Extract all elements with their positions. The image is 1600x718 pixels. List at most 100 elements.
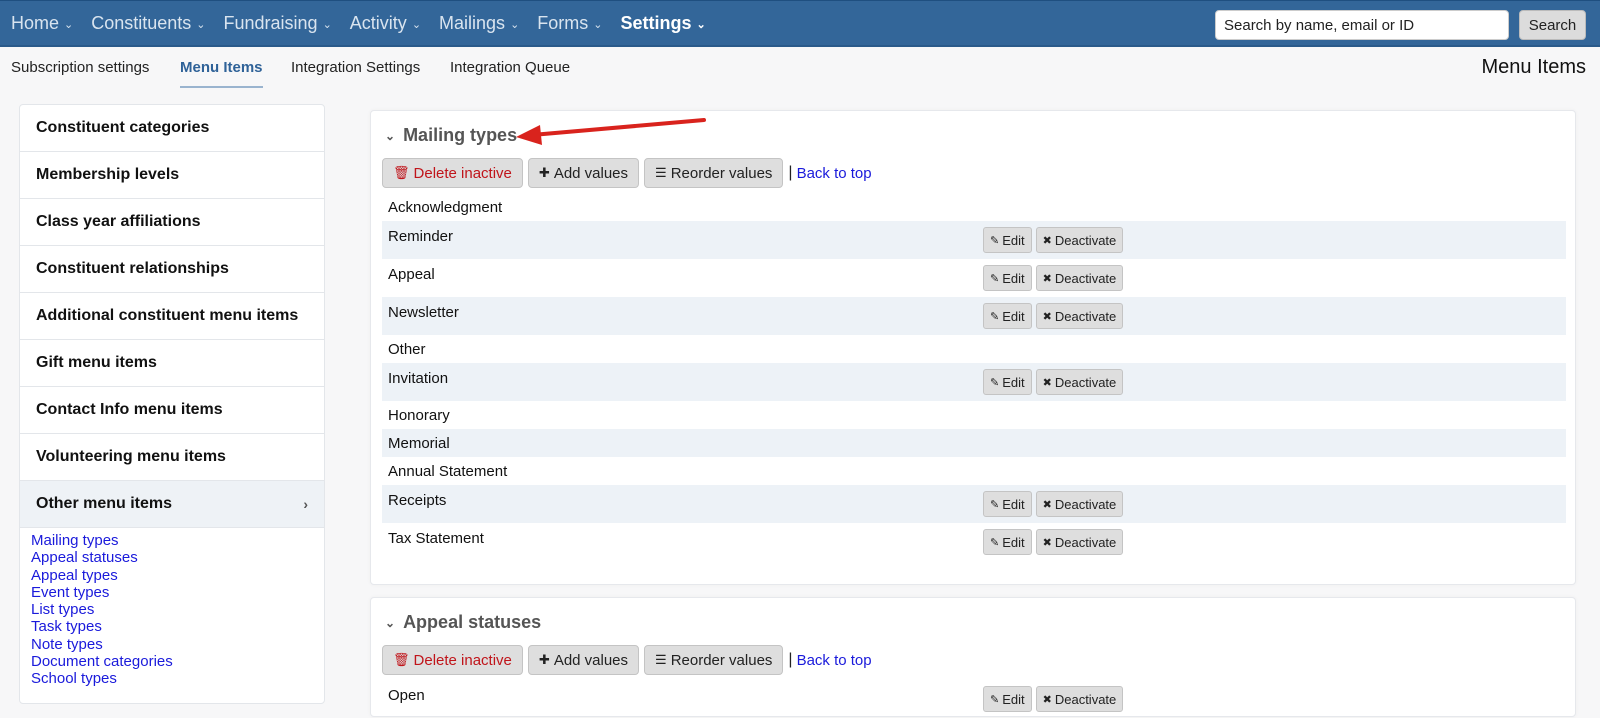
sidebar-link-mailing-types[interactable]: Mailing types [31, 532, 324, 549]
deactivate-button[interactable]: ✖ Deactivate [1035, 491, 1124, 517]
tab-subscription-settings[interactable]: Subscription settings [11, 59, 149, 86]
value-row: Acknowledgment [382, 193, 1566, 221]
nav-constituents[interactable]: Constituents ⌄ [91, 13, 205, 34]
value-name: Open [388, 687, 425, 704]
row-actions: ✎ Edit ✖ Deactivate [983, 227, 1127, 253]
edit-button[interactable]: ✎ Edit [983, 369, 1032, 395]
sidebar-link-event-types[interactable]: Event types [31, 584, 324, 601]
pencil-icon: ✎ [990, 536, 1000, 549]
chevron-down-icon: ⌄ [411, 19, 422, 31]
sidebar-item-contact-info-menu-items[interactable]: Contact Info menu items [20, 387, 324, 434]
plus-icon: ✚ [538, 652, 550, 667]
edit-button[interactable]: ✎ Edit [983, 303, 1032, 329]
sidebar-link-appeal-statuses[interactable]: Appeal statuses [31, 549, 324, 566]
chevron-down-icon: ⌄ [696, 19, 706, 31]
pencil-icon: ✎ [990, 498, 1000, 511]
value-row: Newsletter ✎ Edit ✖ Deactivate [382, 297, 1566, 335]
back-to-top-link[interactable]: Back to top [797, 165, 872, 182]
nav-fundraising[interactable]: Fundraising ⌄ [224, 13, 332, 34]
add-values-button[interactable]: ✚ Add values [527, 158, 640, 188]
nav-forms[interactable]: Forms ⌄ [537, 13, 602, 34]
value-name: Invitation [388, 370, 449, 387]
deactivate-button[interactable]: ✖ Deactivate [1035, 529, 1124, 555]
edit-button[interactable]: ✎ Edit [983, 491, 1032, 517]
nav-label: Home [11, 13, 60, 33]
button-label: Deactivate [1054, 308, 1117, 324]
value-row: Reminder ✎ Edit ✖ Deactivate [382, 221, 1566, 259]
sidebar-item-other-menu-items[interactable]: Other menu items › [20, 481, 324, 528]
row-actions: ✎ Edit ✖ Deactivate [983, 491, 1127, 517]
sidebar-item-label: Other menu items [36, 495, 173, 512]
button-label: Reorder values [670, 164, 773, 182]
sidebar-link-appeal-types[interactable]: Appeal types [31, 567, 324, 584]
sidebar-item-additional-constituent-menu-items[interactable]: Additional constituent menu items [20, 293, 324, 340]
sidebar-link-task-types[interactable]: Task types [31, 618, 324, 635]
value-name: Receipts [388, 492, 447, 509]
sidebar-item-class-year-affiliations[interactable]: Class year affiliations [20, 199, 324, 246]
deactivate-button[interactable]: ✖ Deactivate [1035, 303, 1124, 329]
deactivate-button[interactable]: ✖ Deactivate [1035, 227, 1124, 253]
sidebar-item-membership-levels[interactable]: Membership levels [20, 152, 324, 199]
close-icon: ✖ [1042, 272, 1052, 285]
close-icon: ✖ [1042, 693, 1052, 706]
chevron-down-icon: ⌄ [510, 19, 520, 31]
value-name: Reminder [388, 228, 454, 245]
row-actions: ✎ Edit ✖ Deactivate [983, 529, 1127, 555]
delete-inactive-button[interactable]: 🗑 Delete inactive [382, 158, 523, 188]
button-label: Deactivate [1054, 691, 1117, 707]
section-toolbar: 🗑 Delete inactive ✚ Add values ☰ Reorder va… [382, 645, 872, 675]
button-label: Delete inactive [413, 164, 512, 182]
value-row: Invitation ✎ Edit ✖ Deactivate [382, 363, 1566, 401]
sidebar-item-constituent-relationships[interactable]: Constituent relationships [20, 246, 324, 293]
value-name: Tax Statement [388, 530, 484, 547]
sidebar-item-gift-menu-items[interactable]: Gift menu items [20, 340, 324, 387]
search-button[interactable]: Search [1519, 10, 1586, 40]
sidebar-item-constituent-categories[interactable]: Constituent categories [20, 105, 324, 152]
sidebar-link-list-types[interactable]: List types [31, 601, 324, 618]
chevron-down-icon[interactable]: ⌄ [385, 129, 395, 143]
button-label: Edit [1002, 308, 1025, 324]
sidebar-item-volunteering-menu-items[interactable]: Volunteering menu items [20, 434, 324, 481]
chevron-right-icon: › [303, 496, 308, 512]
button-label: Deactivate [1054, 232, 1117, 248]
edit-button[interactable]: ✎ Edit [983, 686, 1032, 712]
tab-integration-queue[interactable]: Integration Queue [450, 59, 570, 86]
nav-home[interactable]: Home ⌄ [11, 13, 73, 34]
tab-menu-items[interactable]: Menu Items [180, 59, 263, 88]
section-toolbar: 🗑 Delete inactive ✚ Add values ☰ Reorder va… [382, 158, 872, 188]
back-to-top-link[interactable]: Back to top [797, 652, 872, 669]
button-label: Reorder values [670, 651, 773, 669]
nav-activity[interactable]: Activity ⌄ [350, 13, 421, 34]
page-title: Menu Items [1481, 56, 1586, 78]
reorder-values-button[interactable]: ☰ Reorder values [644, 645, 784, 675]
section-header: ⌄ Appeal statuses [385, 612, 541, 633]
edit-button[interactable]: ✎ Edit [983, 227, 1032, 253]
section-title: Mailing types [403, 125, 518, 145]
deactivate-button[interactable]: ✖ Deactivate [1035, 265, 1124, 291]
reorder-values-button[interactable]: ☰ Reorder values [644, 158, 784, 188]
nav-label: Fundraising [223, 13, 318, 33]
button-label: Edit [1002, 374, 1025, 390]
nav-label: Mailings [439, 13, 506, 33]
button-label: Deactivate [1054, 374, 1117, 390]
sidebar-link-document-categories[interactable]: Document categories [31, 653, 324, 670]
delete-inactive-button[interactable]: 🗑 Delete inactive [382, 645, 523, 675]
tab-integration-settings[interactable]: Integration Settings [291, 59, 420, 86]
close-icon: ✖ [1042, 376, 1052, 389]
nav-settings[interactable]: Settings ⌄ [621, 13, 706, 34]
add-values-button[interactable]: ✚ Add values [527, 645, 640, 675]
deactivate-button[interactable]: ✖ Deactivate [1035, 369, 1124, 395]
sidebar-link-note-types[interactable]: Note types [31, 636, 324, 653]
button-label: Edit [1002, 691, 1025, 707]
edit-button[interactable]: ✎ Edit [983, 265, 1032, 291]
value-row: Receipts ✎ Edit ✖ Deactivate [382, 485, 1566, 523]
search-input[interactable] [1215, 10, 1509, 40]
sidebar-link-school-types[interactable]: School types [31, 670, 324, 687]
deactivate-button[interactable]: ✖ Deactivate [1035, 686, 1124, 712]
nav-mailings[interactable]: Mailings ⌄ [439, 13, 519, 34]
pencil-icon: ✎ [990, 234, 1000, 247]
top-navigation-bar: Home ⌄ Constituents ⌄ Fundraising ⌄ Activit… [0, 0, 1600, 47]
edit-button[interactable]: ✎ Edit [983, 529, 1032, 555]
trash-icon: 🗑 [393, 165, 410, 180]
chevron-down-icon[interactable]: ⌄ [385, 616, 395, 630]
